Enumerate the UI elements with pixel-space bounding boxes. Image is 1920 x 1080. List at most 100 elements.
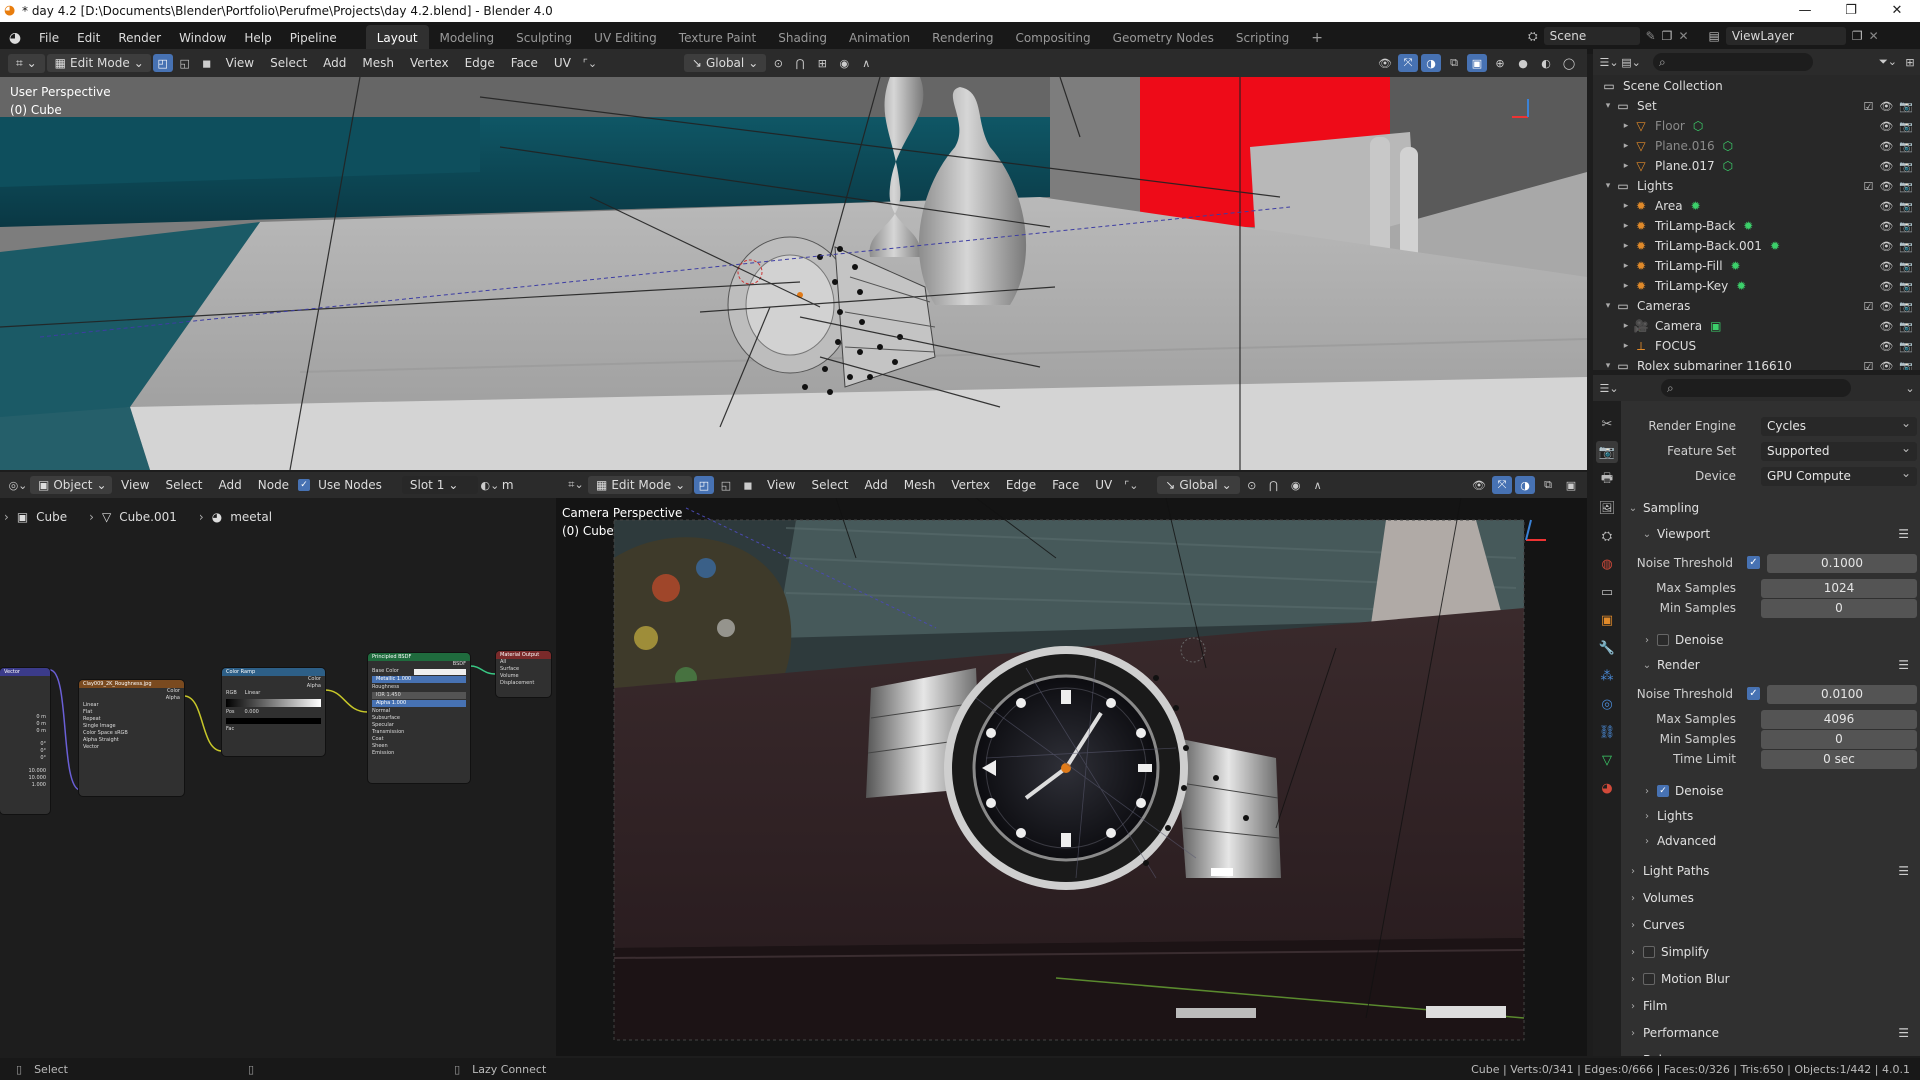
expand-arrow-icon[interactable]: ▾	[1601, 301, 1615, 311]
bsdf-row-emission[interactable]: Emission	[368, 750, 470, 757]
uv-sync-icon[interactable]: ⌜⌄	[580, 54, 600, 72]
bsdf-row-sheen[interactable]: Sheen	[368, 743, 470, 750]
time-limit-field[interactable]: 0 sec	[1761, 749, 1917, 769]
expand-arrow-icon[interactable]: ▾	[1601, 361, 1615, 370]
close-window-button[interactable]: ✕	[1874, 0, 1920, 22]
object-data-icon[interactable]: ✹	[1743, 219, 1753, 233]
camera-gizmo-icon[interactable]: ⤧	[1492, 476, 1512, 494]
menu-file[interactable]: File	[30, 31, 68, 45]
new-collection-icon[interactable]: ⊞	[1900, 53, 1920, 71]
node-menu-select[interactable]: Select	[158, 478, 209, 492]
camera-vertex-select-icon[interactable]: ◰	[694, 476, 714, 494]
ramp-gradient[interactable]	[226, 699, 321, 707]
object-data-icon[interactable]: ⬡	[1723, 139, 1733, 153]
top-3d-viewport[interactable]: User Perspective (0) Cube	[0, 77, 1587, 470]
camera-editor-type-icon[interactable]: ⌗⌄	[566, 476, 586, 494]
tab-animation[interactable]: Animation	[838, 25, 921, 51]
menu-pipeline[interactable]: Pipeline	[281, 31, 346, 45]
visibility-icon[interactable]: 👁	[1375, 54, 1395, 72]
xray-icon[interactable]: ▣	[1467, 54, 1487, 72]
viewport-denoise-checkbox[interactable]	[1657, 634, 1669, 646]
bsdf-row-subsurface[interactable]: Subsurface	[368, 715, 470, 722]
outliner-item[interactable]: ▸ ⟂ FOCUS 👁 📷	[1619, 336, 1920, 356]
tab-rendering[interactable]: Rendering	[921, 25, 1004, 51]
properties-options-icon[interactable]: ⌄	[1900, 379, 1920, 397]
hide-eye-icon[interactable]: 👁	[1879, 260, 1893, 273]
camera-overlay-icon[interactable]: ◑	[1515, 476, 1535, 494]
view-layer-icon[interactable]: ▤	[1709, 29, 1720, 43]
panel-enable-checkbox[interactable]	[1643, 946, 1655, 958]
minimize-button[interactable]: —	[1782, 0, 1828, 22]
pin-scene-icon[interactable]: ✎	[1646, 29, 1656, 43]
top-menu-select[interactable]: Select	[263, 56, 314, 70]
expand-arrow-icon[interactable]: ▸	[1619, 281, 1633, 291]
menu-edit[interactable]: Edit	[68, 31, 109, 45]
gizmo-icon[interactable]: ⤧	[1398, 54, 1418, 72]
expand-arrow-icon[interactable]: ▸	[1619, 161, 1633, 171]
mesh-overlay-icon[interactable]: ⧉	[1444, 54, 1464, 72]
face-select-icon[interactable]: ◼	[197, 54, 217, 72]
top-menu-add[interactable]: Add	[316, 56, 353, 70]
render-camera-icon[interactable]: 📷	[1899, 280, 1913, 293]
presets-icon[interactable]: ☰	[1898, 1026, 1909, 1040]
collection-tab-icon[interactable]: ▭	[1596, 581, 1618, 603]
delete-view-layer-icon[interactable]: ✕	[1869, 29, 1879, 43]
render-camera-icon[interactable]: 📷	[1899, 120, 1913, 133]
scene-tab-icon[interactable]: ⛭	[1596, 525, 1618, 547]
outliner-search-input[interactable]: ⌕	[1653, 53, 1813, 71]
viewport-noise-threshold-field[interactable]: 0.1000	[1767, 553, 1917, 573]
outliner-display-mode-icon[interactable]: ▤⌄	[1621, 53, 1641, 71]
render-subpanel-header[interactable]: ⌄ Render ☰	[1621, 653, 1920, 677]
expand-arrow-icon[interactable]: ▸	[1619, 241, 1633, 251]
expand-arrow-icon[interactable]: ▸	[1619, 221, 1633, 231]
hide-eye-icon[interactable]: 👁	[1879, 120, 1893, 133]
tab-compositing[interactable]: Compositing	[1004, 25, 1101, 51]
hide-eye-icon[interactable]: 👁	[1879, 340, 1893, 353]
panel-enable-checkbox[interactable]	[1643, 973, 1655, 985]
outliner-scene-collection[interactable]: ▭ Scene Collection	[1601, 76, 1920, 96]
properties-editor-type-icon[interactable]: ☰⌄	[1599, 379, 1619, 397]
exclude-checkbox-icon[interactable]: ☑	[1863, 100, 1873, 113]
material-name-short[interactable]: m	[502, 478, 514, 492]
camera-face-select-icon[interactable]: ◼	[738, 476, 758, 494]
render-denoise-subpanel[interactable]: › ✓ Denoise	[1621, 779, 1920, 803]
tab-shading[interactable]: Shading	[767, 25, 838, 51]
render-camera-icon[interactable]: 📷	[1899, 140, 1913, 153]
falloff-icon[interactable]: ∧	[856, 54, 876, 72]
output-tab-icon[interactable]: 🖶	[1596, 469, 1618, 491]
exclude-checkbox-icon[interactable]: ☑	[1863, 180, 1873, 193]
lights-subpanel[interactable]: › Lights	[1621, 804, 1920, 828]
material-tab-icon[interactable]: ◕	[1596, 777, 1618, 799]
render-max-samples-field[interactable]: 4096	[1761, 709, 1917, 729]
feature-set-dropdown[interactable]: Supported	[1761, 439, 1917, 461]
outliner-item[interactable]: ▸ ✹ TriLamp-Fill ✹ 👁 📷	[1619, 256, 1920, 276]
panel-volumes[interactable]: › Volumes	[1621, 886, 1920, 910]
data-tab-icon[interactable]: ▽	[1596, 749, 1618, 771]
camera-3d-viewport[interactable]: Camera Perspective (0) Cube	[556, 498, 1587, 1056]
expand-arrow-icon[interactable]: ▾	[1601, 181, 1615, 191]
hide-eye-icon[interactable]: 👁	[1879, 140, 1893, 153]
object-data-icon[interactable]: ✹	[1770, 239, 1780, 253]
constraints-tab-icon[interactable]: ⛓	[1596, 721, 1618, 743]
outliner-item[interactable]: ▸ ▽ Plane.016 ⬡ 👁 📷	[1619, 136, 1920, 156]
outliner-item[interactable]: ▸ ✹ TriLamp-Back.001 ✹ 👁 📷	[1619, 236, 1920, 256]
tab-texture-paint[interactable]: Texture Paint	[668, 25, 767, 51]
mapping-node[interactable]: Vector 0 m 0 m 0 m 0° 0° 0° 10.000 10.00…	[0, 668, 50, 814]
object-tab-icon[interactable]: ▣	[1596, 609, 1618, 631]
outliner-item[interactable]: ▸ 🎥 Camera ▣ 👁 📷	[1619, 316, 1920, 336]
new-scene-icon[interactable]: ❐	[1662, 29, 1673, 43]
proportional-edit-icon[interactable]: ◉	[834, 54, 854, 72]
expand-arrow-icon[interactable]: ▸	[1619, 121, 1633, 131]
render-camera-icon[interactable]: 📷	[1899, 300, 1913, 313]
camera-pivot-icon[interactable]: ⊙	[1242, 476, 1262, 494]
camera-uv-sync-icon[interactable]: ⌜⌄	[1121, 476, 1141, 494]
menu-window[interactable]: Window	[170, 31, 235, 45]
render-denoise-checkbox[interactable]: ✓	[1657, 785, 1669, 797]
hide-eye-icon[interactable]: 👁	[1879, 220, 1893, 233]
maximize-button[interactable]: ❐	[1828, 0, 1874, 22]
node-menu-view[interactable]: View	[114, 478, 156, 492]
material-browse-icon[interactable]: ◐⌄	[480, 476, 500, 494]
viewport-max-samples-field[interactable]: 1024	[1761, 578, 1917, 598]
tab-layout[interactable]: Layout	[365, 25, 429, 51]
camera-visibility-icon[interactable]: 👁	[1469, 476, 1489, 494]
